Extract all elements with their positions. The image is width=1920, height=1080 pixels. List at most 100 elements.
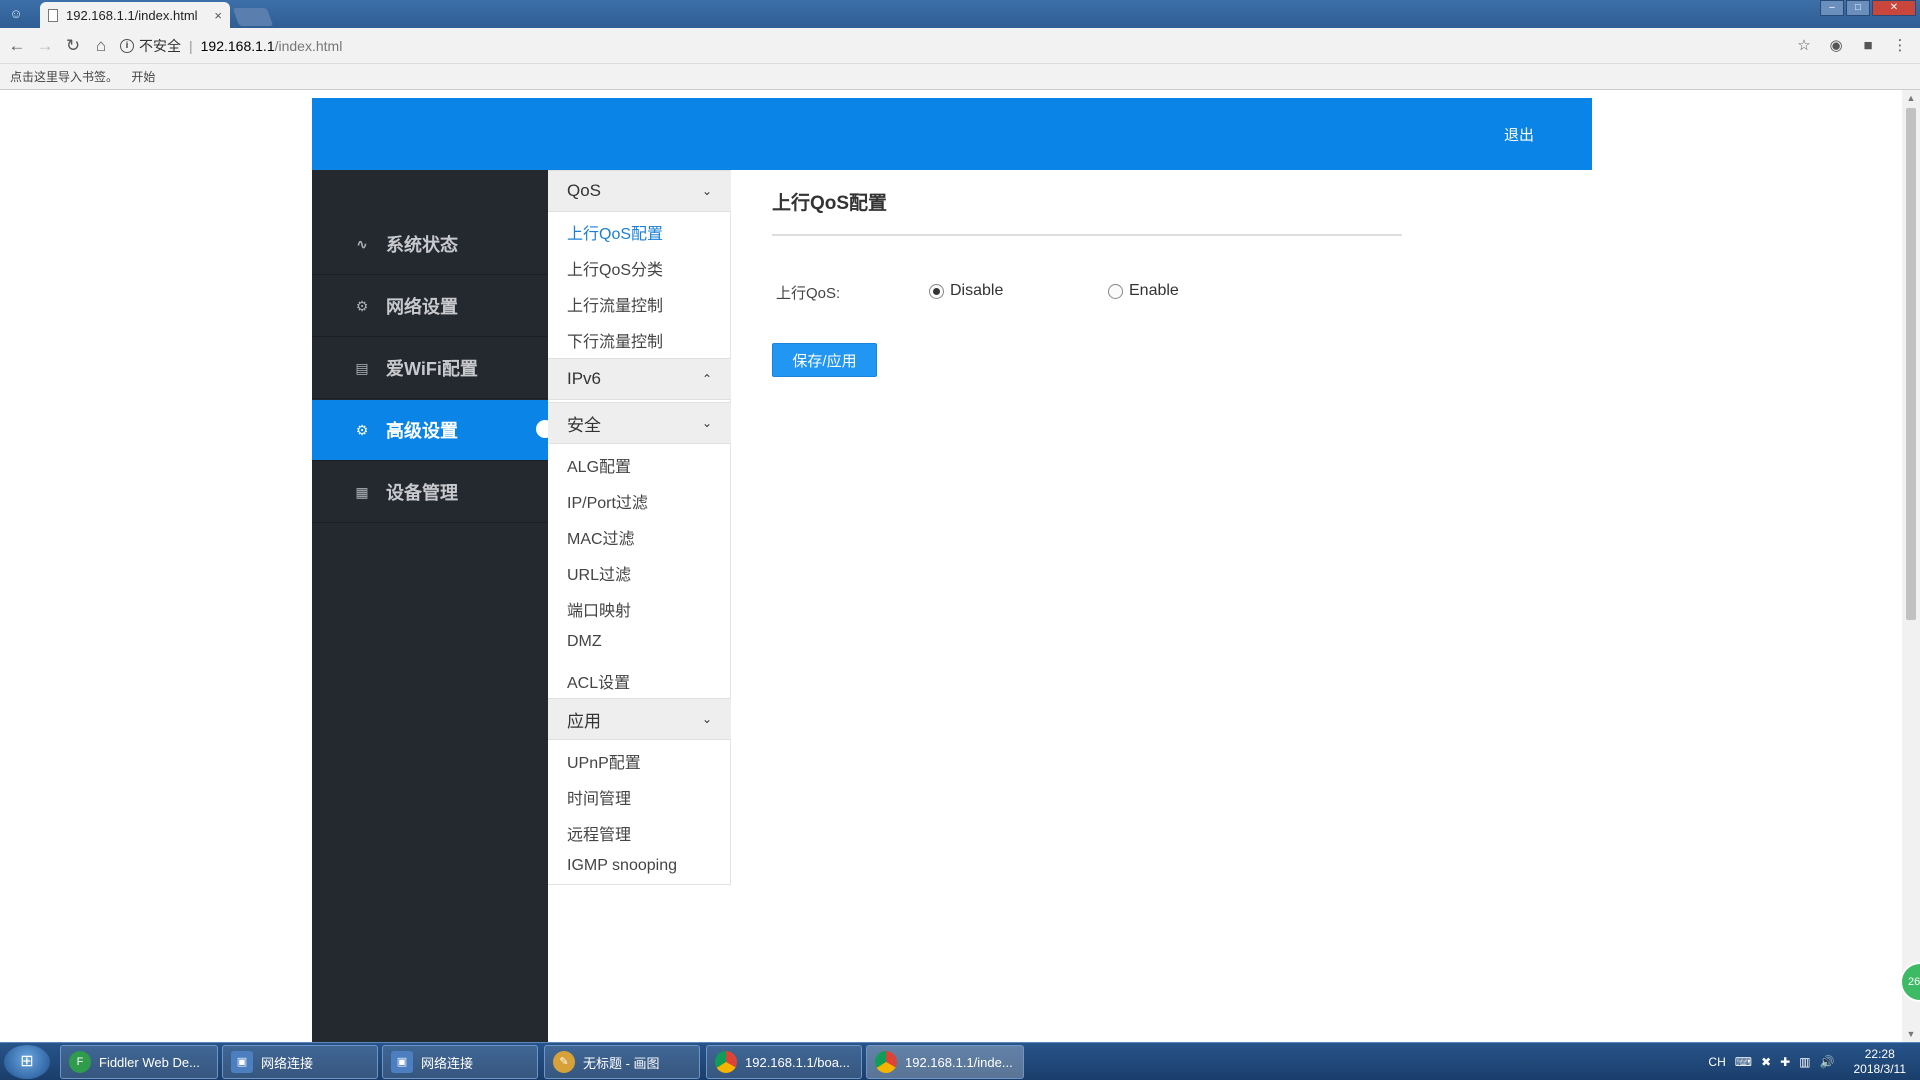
volume-icon[interactable]: 🔊 [1820, 1055, 1835, 1069]
logout-link[interactable]: 退出 [1504, 124, 1534, 145]
submenu-item-upstream-traffic[interactable]: 上行流量控制 [567, 292, 663, 316]
maximize-icon[interactable]: □ [1846, 0, 1870, 16]
url-separator: | [189, 38, 193, 54]
security-tray-icon[interactable]: ✚ [1780, 1055, 1790, 1069]
clock-date: 2018/3/11 [1853, 1062, 1907, 1076]
submenu-item-mac-filter[interactable]: MAC过滤 [567, 525, 635, 549]
submenu-item-igmp[interactable]: IGMP snooping [567, 857, 677, 875]
address-bar: ← → ↻ ⌂ i 不安全 | 192.168.1.1 /index.html … [0, 28, 1920, 64]
scrollbar-thumb[interactable] [1906, 108, 1916, 620]
chevron-up-icon: ⌃ [701, 372, 712, 386]
document-icon: ▤ [355, 359, 369, 376]
extension-icon[interactable]: ◉ [1826, 36, 1846, 56]
submenu-item-port-mapping[interactable]: 端口映射 [567, 597, 631, 621]
submenu-group-apps[interactable]: 应用 ⌄ [548, 698, 731, 740]
taskbar-item-paint[interactable]: ✎ 无标题 - 画图 [544, 1045, 700, 1079]
sidebar-item-label: 设备管理 [386, 483, 458, 503]
system-tray: CH ⌨ ✖ ✚ ▥ 🔊 22:28 2018/3/11 [1708, 1047, 1914, 1077]
url-host: 192.168.1.1 [200, 38, 275, 54]
start-button[interactable]: ⊞ [4, 1045, 50, 1079]
group-title: QoS [567, 181, 602, 200]
save-apply-button[interactable]: 保存/应用 [772, 343, 877, 377]
submenu-item-upnp[interactable]: UPnP配置 [567, 749, 641, 773]
start-link[interactable]: 开始 [131, 70, 155, 84]
chevron-down-icon: ⌄ [701, 184, 712, 198]
submenu-item-acl[interactable]: ACL设置 [567, 669, 630, 693]
taskbar-item-chrome-1[interactable]: 192.168.1.1/boa... [706, 1045, 862, 1079]
sidebar-item-wifi[interactable]: ▤ 爱WiFi配置 [312, 338, 548, 399]
taskbar-item-label: Fiddler Web De... [99, 1054, 200, 1070]
home-icon[interactable]: ⌂ [90, 35, 112, 57]
system-clock[interactable]: 22:28 2018/3/11 [1854, 1047, 1907, 1077]
sidebar-item-label: 网络设置 [386, 297, 458, 317]
sidebar-item-label: 高级设置 [386, 421, 458, 441]
pulse-icon: ∿ [356, 235, 368, 252]
taskbar-item-fiddler[interactable]: F Fiddler Web De... [60, 1045, 218, 1079]
scroll-up-icon[interactable]: ▲ [1902, 90, 1920, 106]
url-path: /index.html [274, 38, 343, 54]
submenu-item-time[interactable]: 时间管理 [567, 785, 631, 809]
taskbar-item-label: 网络连接 [421, 1055, 474, 1071]
submenu-item-downstream-traffic[interactable]: 下行流量控制 [567, 328, 663, 352]
taskbar-item-network-1[interactable]: ▣ 网络连接 [222, 1045, 378, 1079]
info-icon[interactable]: i [120, 39, 134, 53]
submenu-group-ipv6[interactable]: IPv6 ⌃ [548, 358, 731, 400]
bookmark-star-icon[interactable]: ☆ [1794, 36, 1814, 56]
browser-menu-icon[interactable]: ☺ [4, 4, 28, 24]
sidebar-item-advanced[interactable]: ⚙ 高级设置 [312, 400, 554, 461]
qos-disable-radio[interactable]: Disable [929, 282, 1003, 300]
submenu-item-url-filter[interactable]: URL过滤 [567, 561, 631, 585]
chrome-icon [875, 1051, 897, 1073]
browser-tab[interactable]: 192.168.1.1/index.html × [40, 2, 230, 28]
submenu-item-ip-port-filter[interactable]: IP/Port过滤 [567, 489, 648, 513]
fiddler-icon: F [69, 1051, 91, 1073]
taskbar-item-chrome-2[interactable]: 192.168.1.1/inde... [866, 1045, 1024, 1079]
taskbar-item-network-2[interactable]: ▣ 网络连接 [382, 1045, 538, 1079]
page-viewport: 退出 ∿ 系统状态 ⚙ 网络设置 ▤ 爱WiFi配置 ⚙ 高级设置 ▦ 设备管理… [0, 90, 1902, 1042]
taskbar-item-label: 192.168.1.1/boa... [745, 1054, 850, 1070]
taskbar-item-label: 无标题 - 画图 [583, 1055, 660, 1071]
minimize-icon[interactable]: – [1820, 0, 1844, 16]
keyboard-icon[interactable]: ⌨ [1735, 1055, 1752, 1069]
import-bookmarks-link[interactable]: 点击这里导入书签。 [10, 70, 118, 84]
reload-icon[interactable]: ↻ [62, 35, 84, 57]
network-tray-icon[interactable]: ▥ [1799, 1055, 1810, 1069]
sidebar-item-network[interactable]: ⚙ 网络设置 [312, 276, 548, 337]
router-header: 退出 [312, 98, 1592, 170]
window-close-icon[interactable]: ✕ [1872, 0, 1916, 16]
submenu-group-security[interactable]: 安全 ⌄ [548, 402, 731, 444]
new-tab-button[interactable] [232, 8, 274, 26]
forward-icon[interactable]: → [34, 35, 56, 57]
sidebar-item-device[interactable]: ▦ 设备管理 [312, 462, 548, 523]
page-scrollbar[interactable]: ▲ ▼ [1902, 90, 1920, 1042]
radio-checked-icon[interactable] [929, 283, 944, 299]
back-icon[interactable]: ← [6, 35, 28, 57]
taskbar-item-label: 网络连接 [261, 1055, 314, 1071]
submenu-item-alg[interactable]: ALG配置 [567, 453, 631, 477]
group-title: IPv6 [567, 369, 602, 388]
group-title: 应用 [567, 711, 601, 731]
submenu-item-upstream-qos-class[interactable]: 上行QoS分类 [567, 256, 663, 280]
radio-label: Enable [1129, 282, 1179, 299]
submenu-item-remote[interactable]: 远程管理 [567, 821, 631, 845]
sidebar-item-status[interactable]: ∿ 系统状态 [312, 214, 548, 275]
sidebar-item-label: 系统状态 [386, 235, 458, 255]
scroll-down-icon[interactable]: ▼ [1902, 1026, 1920, 1042]
qos-enable-radio[interactable]: Enable [1108, 282, 1179, 300]
security-label: 不安全 [139, 38, 181, 54]
network-icon: ▣ [391, 1051, 413, 1073]
antivirus-icon[interactable]: ✖ [1761, 1055, 1771, 1069]
gears-icon: ⚙ [355, 421, 369, 438]
url-input[interactable]: i 不安全 | 192.168.1.1 /index.html [120, 33, 1780, 59]
browser-more-icon[interactable]: ⋮ [1890, 36, 1910, 56]
submenu-item-dmz[interactable]: DMZ [567, 633, 602, 651]
submenu-item-upstream-qos-config[interactable]: 上行QoS配置 [567, 220, 663, 244]
language-indicator[interactable]: CH [1708, 1055, 1725, 1069]
submenu-group-qos[interactable]: QoS ⌄ [548, 170, 731, 212]
extension-icon-2[interactable]: ■ [1858, 36, 1878, 56]
chevron-down-icon: ⌄ [701, 712, 712, 726]
tab-close-icon[interactable]: × [214, 8, 222, 23]
title-divider [772, 234, 1402, 236]
radio-unchecked-icon[interactable] [1108, 283, 1123, 299]
